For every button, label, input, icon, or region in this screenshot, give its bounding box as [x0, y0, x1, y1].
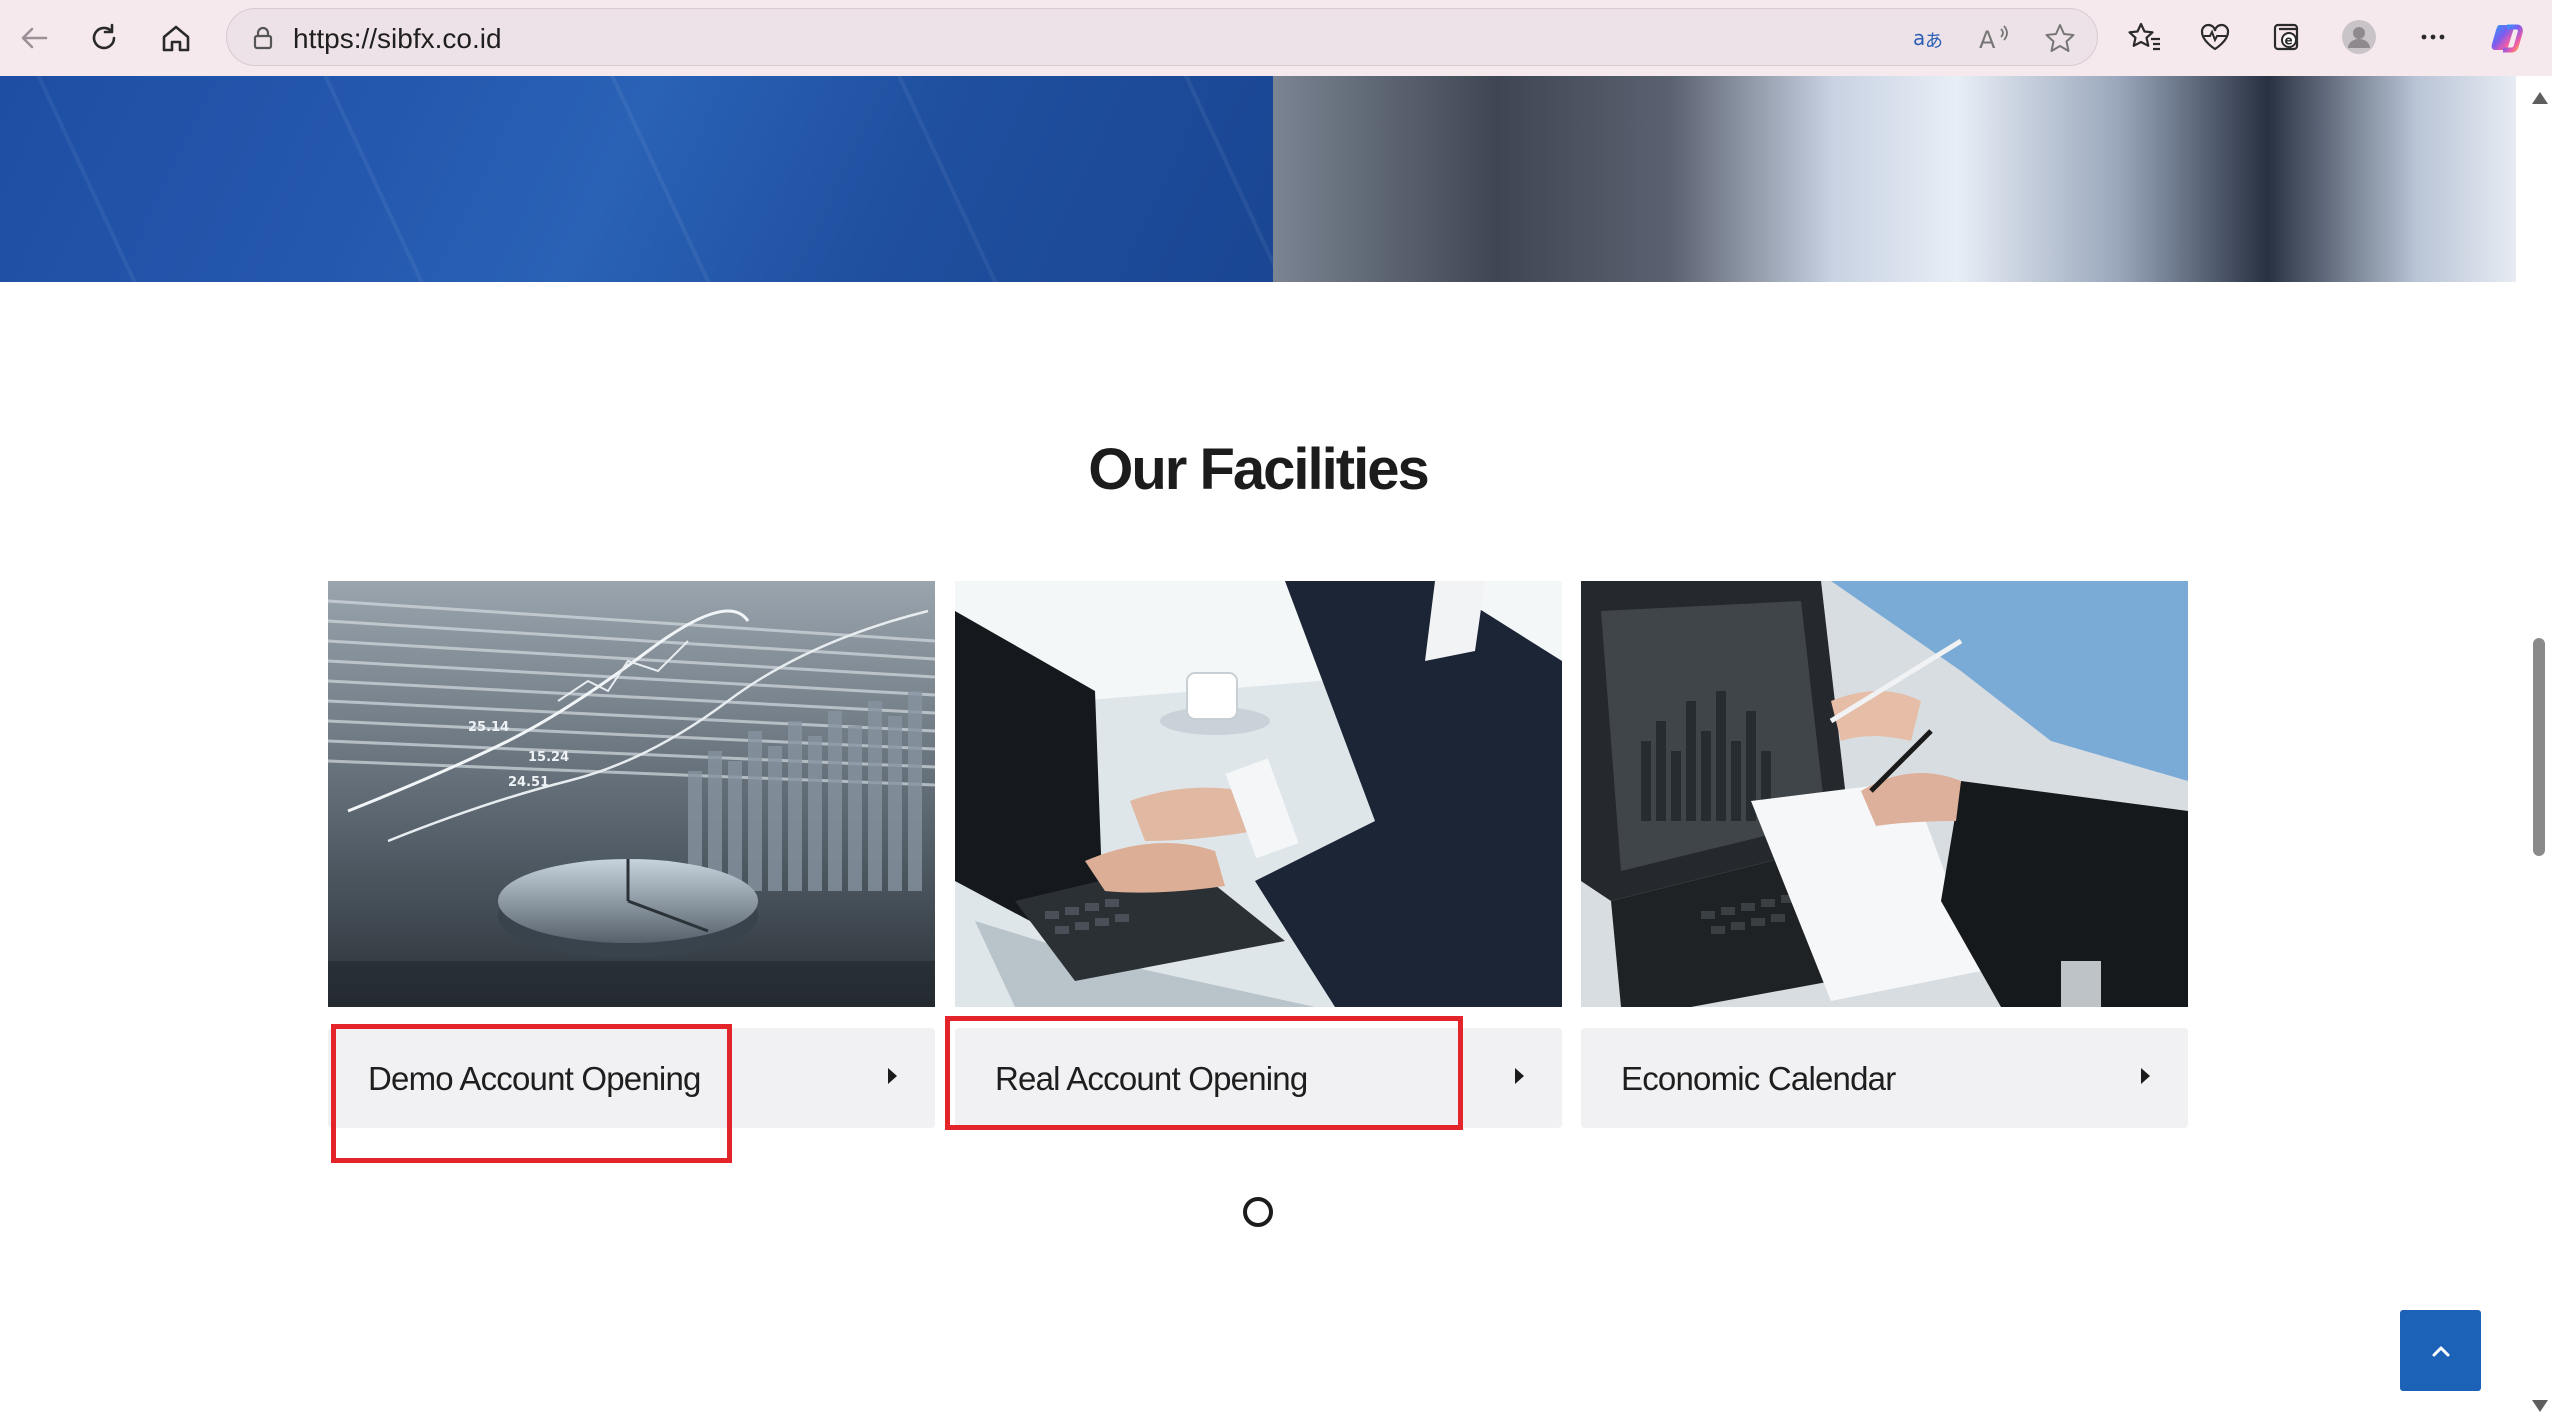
highlight-demo-account — [331, 1024, 732, 1163]
demo-account-image[interactable]: 25.14 15.24 24.51 — [328, 581, 935, 1007]
collections-icon: e — [2273, 23, 2299, 51]
refresh-button[interactable] — [78, 12, 130, 64]
svg-text:24.51: 24.51 — [508, 775, 549, 790]
svg-text:e: e — [2285, 34, 2293, 48]
vertical-scrollbar[interactable] — [2526, 76, 2552, 1426]
caret-right-icon[interactable] — [1515, 1068, 1524, 1084]
svg-text:a: a — [1913, 26, 1925, 50]
scroll-thumb[interactable] — [2533, 638, 2545, 856]
add-favorite-star-icon[interactable] — [2043, 21, 2077, 55]
carousel-dot[interactable] — [1243, 1197, 1273, 1227]
svg-text:あ: あ — [1925, 31, 1943, 52]
highlight-real-account — [945, 1016, 1463, 1130]
section-title: Our Facilities — [1088, 437, 1429, 502]
copilot-button[interactable] — [2484, 14, 2530, 60]
real-account-image[interactable] — [955, 581, 1562, 1007]
more-options-icon — [2421, 34, 2445, 40]
hero-banner — [0, 76, 2516, 282]
browser-toolbar: https://sibfx.co.id aあ A e — [0, 0, 2552, 76]
collections-button[interactable]: e — [2264, 14, 2310, 60]
refresh-icon — [92, 23, 116, 50]
read-aloud-icon[interactable]: A — [1977, 21, 2011, 55]
scroll-up-arrow-icon[interactable] — [2532, 92, 2548, 104]
economic-calendar-card[interactable]: Economic Calendar — [1581, 1028, 2188, 1128]
favorites-button[interactable] — [2122, 14, 2168, 60]
svg-text:A: A — [1979, 26, 1996, 54]
caret-right-icon[interactable] — [2141, 1068, 2150, 1084]
profile-avatar-icon — [2342, 20, 2376, 54]
economic-calendar-image[interactable] — [1581, 581, 2188, 1007]
more-options-button[interactable] — [2410, 14, 2456, 60]
web-page: Our Facilities 25.14 15.24 24.51 Demo Ac… — [0, 76, 2526, 1426]
svg-text:25.14: 25.14 — [468, 720, 509, 735]
translate-icon[interactable]: aあ — [1911, 21, 1945, 55]
home-button[interactable] — [150, 12, 202, 64]
site-info-lock-icon[interactable] — [247, 22, 279, 54]
profile-button[interactable] — [2336, 14, 2382, 60]
home-icon — [162, 25, 190, 52]
svg-text:15.24: 15.24 — [528, 750, 569, 765]
browser-essentials-icon — [2200, 23, 2230, 51]
hero-business-photo — [1273, 76, 2516, 282]
favorites-list-icon — [2128, 22, 2160, 51]
caret-right-icon[interactable] — [888, 1068, 897, 1084]
back-arrow-icon — [21, 27, 48, 49]
scroll-down-arrow-icon[interactable] — [2532, 1400, 2548, 1412]
hero-blue-panel — [0, 76, 1273, 282]
address-bar[interactable]: https://sibfx.co.id aあ A — [226, 8, 2098, 66]
back-to-top-button[interactable] — [2400, 1310, 2481, 1391]
chevron-up-icon — [2432, 1346, 2449, 1356]
copilot-icon — [2491, 24, 2523, 53]
browser-essentials-button[interactable] — [2192, 14, 2238, 60]
back-button[interactable] — [8, 12, 60, 64]
url-text[interactable]: https://sibfx.co.id — [293, 23, 502, 55]
economic-calendar-label[interactable]: Economic Calendar — [1621, 1060, 1896, 1098]
